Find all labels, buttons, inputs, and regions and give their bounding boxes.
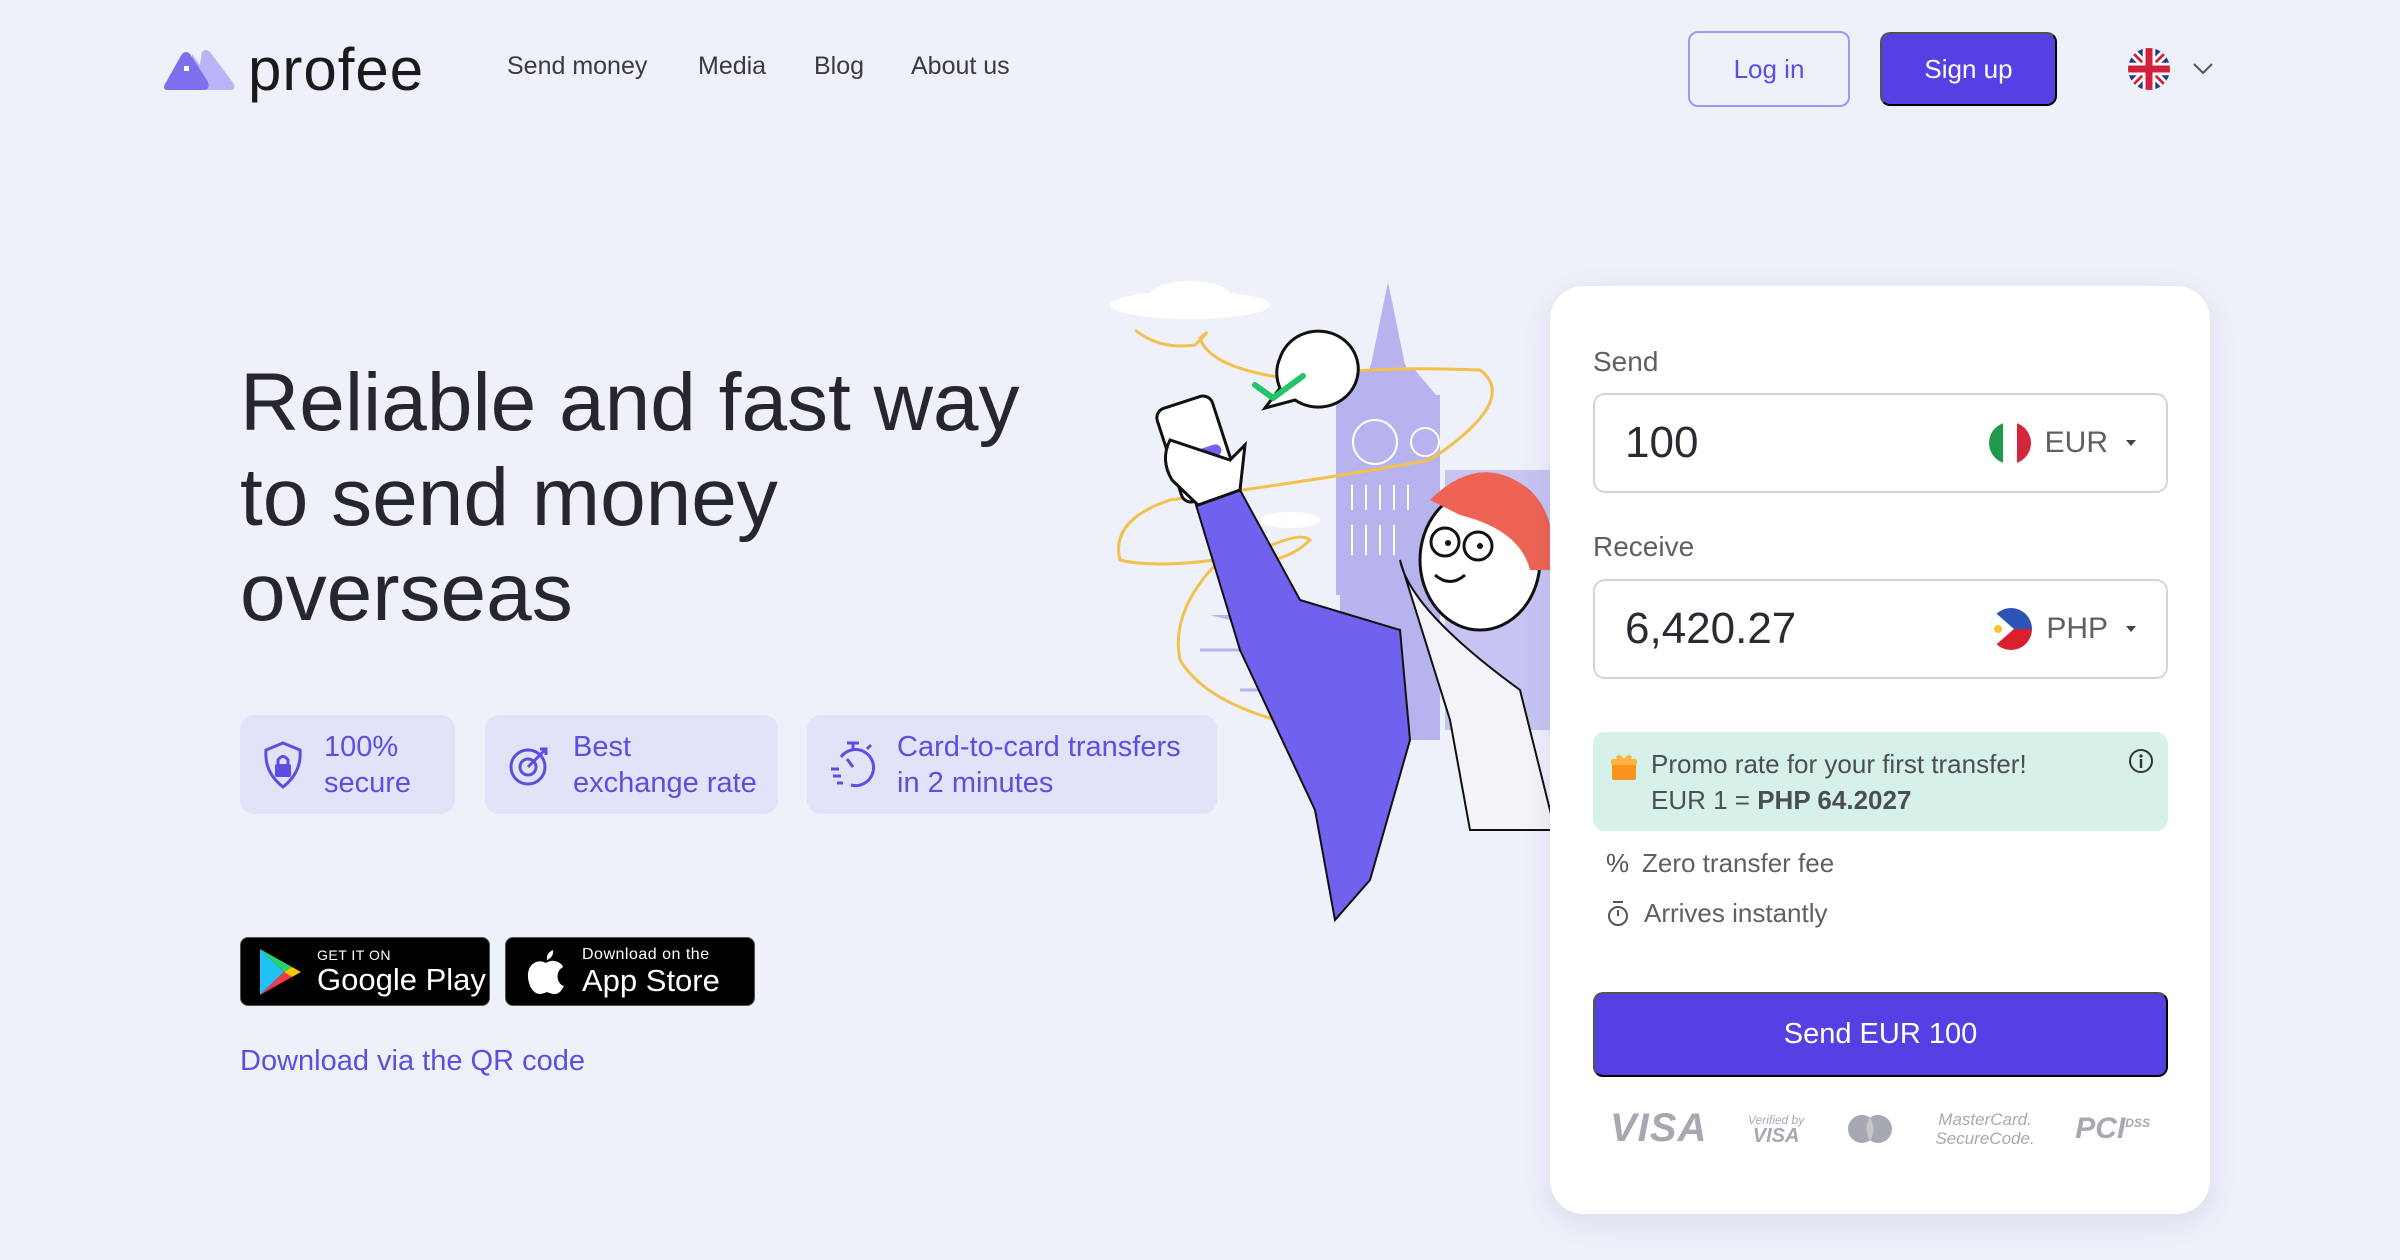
caret-down-icon [2126, 440, 2136, 446]
receive-currency-select[interactable]: PHP [1990, 608, 2136, 650]
receive-label: Receive [1593, 531, 1695, 562]
arrival-text: Arrives instantly [1644, 898, 1828, 928]
caret-down-icon [2126, 626, 2136, 632]
nav-about-us[interactable]: About us [911, 52, 1010, 81]
philippines-flag-icon [1990, 608, 2033, 650]
shield-lock-icon [264, 740, 302, 789]
qr-code-link[interactable]: Download via the QR code [240, 1045, 585, 1078]
stopwatch-icon [831, 741, 876, 787]
hero-title-line: overseas [240, 547, 573, 638]
app-store-button[interactable]: Download on the App Store [505, 937, 755, 1006]
promo-rate-prefix: EUR 1 = [1651, 785, 1758, 815]
logo-mountains-icon [164, 50, 235, 90]
send-currency-code: EUR [2044, 426, 2108, 459]
info-icon[interactable] [2128, 748, 2154, 774]
promo-title: Promo rate for your first transfer! [1651, 749, 2027, 779]
italy-flag-icon [1988, 422, 2031, 464]
feature-line: 100% [324, 730, 399, 763]
gift-icon [1611, 754, 1637, 780]
feature-secure: 100% secure [240, 715, 455, 814]
apple-icon [527, 949, 564, 994]
receive-currency-code: PHP [2046, 612, 2108, 645]
send-amount-field[interactable]: 100 EUR [1593, 393, 2168, 493]
hero-title-line: Reliable and fast way [240, 357, 1020, 448]
payment-logos: VISA Verified by VISA MasterCard. SecureCo… [1610, 1106, 2150, 1151]
mastercard-securecode-logo: MasterCard. SecureCode. [1935, 1109, 2035, 1148]
pci-dss-logo: PCIDSS [2075, 1111, 2150, 1145]
google-play-icon [260, 948, 301, 995]
fee-info: % Zero transfer fee [1606, 848, 1834, 879]
hero-illustration [1110, 281, 1560, 923]
logo-text: profee [248, 36, 425, 103]
visa-logo: VISA [1610, 1106, 1708, 1150]
logo[interactable]: profee [162, 40, 424, 100]
feature-line: exchange rate [573, 766, 757, 799]
promo-rate-value: PHP 64.2027 [1757, 785, 1912, 815]
percent-icon: % [1606, 848, 1630, 878]
verified-by-visa-logo: Verified by VISA [1747, 1112, 1805, 1147]
send-label: Send [1593, 346, 1659, 377]
exchange-target-icon [509, 747, 548, 785]
google-play-button[interactable]: GET IT ON Google Play [240, 937, 490, 1006]
transfer-calculator: Send 100 EUR Receive 6,420.27 PHP Promo … [1550, 286, 2210, 1214]
nav-send-money[interactable]: Send money [507, 52, 647, 81]
signup-button[interactable]: Sign up [1880, 32, 2057, 106]
mastercard-logo [1847, 1114, 1892, 1143]
feature-line: Best [573, 730, 632, 763]
fee-text: Zero transfer fee [1642, 848, 1835, 878]
language-selector[interactable] [2128, 48, 2214, 90]
check-bubble [1252, 329, 1360, 411]
google-play-big: Google Play [317, 962, 486, 997]
send-currency-select[interactable]: EUR [1988, 422, 2136, 464]
promo-rate-banner: Promo rate for your first transfer! EUR … [1593, 732, 2168, 831]
timer-icon [1608, 900, 1628, 926]
uk-flag-icon [2128, 48, 2170, 90]
google-play-small: GET IT ON [317, 947, 391, 963]
nav-media[interactable]: Media [698, 52, 766, 81]
hero-title-line: to send money [240, 452, 778, 543]
receive-amount-input[interactable]: 6,420.27 [1625, 604, 1796, 654]
app-store-big: App Store [582, 963, 720, 998]
login-button[interactable]: Log in [1688, 31, 1850, 107]
promo-rate: EUR 1 = PHP 64.2027 [1651, 782, 2148, 818]
send-amount-input[interactable]: 100 [1625, 418, 1698, 468]
cloud-shape [1150, 281, 1230, 309]
send-money-button[interactable]: Send EUR 100 [1593, 992, 2168, 1077]
cloud-shape [1260, 512, 1320, 528]
arrival-info: Arrives instantly [1606, 898, 1828, 929]
hero-title: Reliable and fast way to send money over… [240, 355, 1100, 640]
app-store-small: Download on the [582, 946, 710, 963]
nav-blog[interactable]: Blog [814, 52, 864, 81]
receive-amount-field[interactable]: 6,420.27 PHP [1593, 579, 2168, 679]
feature-line: secure [324, 766, 412, 799]
feature-exchange-rate: Best exchange rate [485, 715, 778, 814]
chevron-down-icon [2193, 63, 2213, 75]
